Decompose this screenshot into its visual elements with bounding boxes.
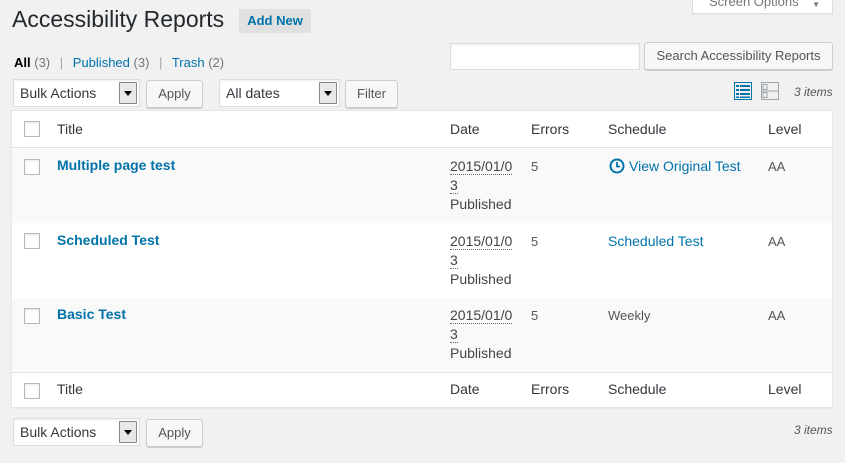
row-date: 2015/01/0 3 Published xyxy=(450,158,513,212)
triangle-down-icon: ▼ xyxy=(812,0,820,9)
column-header-schedule: Schedule xyxy=(608,121,667,137)
row-errors: 5 xyxy=(531,234,539,249)
row-title-link[interactable]: Multiple page test xyxy=(57,157,175,173)
column-header-date[interactable]: Date xyxy=(450,121,480,137)
table-footer-row: Title Date Errors Schedule Level xyxy=(12,372,832,408)
column-footer-title[interactable]: Title xyxy=(57,381,83,397)
column-header-title[interactable]: Title xyxy=(57,121,83,137)
select-all-checkbox[interactable] xyxy=(24,121,40,137)
row-level: AA xyxy=(768,159,786,174)
table-header-row: Title Date Errors Schedule Level xyxy=(12,111,832,148)
bulk-actions-select-bottom[interactable]: Bulk Actions xyxy=(13,418,140,446)
row-title-link[interactable]: Scheduled Test xyxy=(57,232,159,248)
items-count-top: 3 items xyxy=(794,85,833,99)
bulk-actions-select-top[interactable]: Bulk Actions xyxy=(13,79,140,107)
row-status: Published xyxy=(450,345,512,361)
row-title-link[interactable]: Basic Test xyxy=(57,306,126,322)
row-date: 2015/01/0 3 Published xyxy=(450,233,513,287)
column-footer-schedule: Schedule xyxy=(608,381,667,397)
table-row: Basic Test 2015/01/0 3 Published 5 Weekly … xyxy=(12,298,832,372)
list-view-icon[interactable] xyxy=(734,82,752,100)
column-footer-date[interactable]: Date xyxy=(450,381,480,397)
row-status: Published xyxy=(450,271,512,287)
schedule-link[interactable]: Scheduled Test xyxy=(608,233,703,249)
apply-button-bottom[interactable]: Apply xyxy=(146,419,203,447)
filter-all[interactable]: All (3) xyxy=(14,55,50,70)
row-checkbox[interactable] xyxy=(24,233,40,249)
dropdown-arrow-icon xyxy=(319,82,337,104)
page-title: Accessibility Reports xyxy=(12,6,225,32)
row-errors: 5 xyxy=(531,308,539,323)
filter-separator: | xyxy=(59,55,64,70)
search-button[interactable]: Search Accessibility Reports xyxy=(644,42,833,70)
filter-published[interactable]: Published (3) xyxy=(73,55,150,70)
row-level: AA xyxy=(768,308,786,323)
row-level: AA xyxy=(768,234,786,249)
date-filter-select[interactable]: All dates xyxy=(219,79,340,107)
column-footer-level: Level xyxy=(768,381,802,397)
dropdown-arrow-icon xyxy=(119,82,137,104)
row-errors: 5 xyxy=(531,159,539,174)
status-filters: All (3) | Published (3) | Trash (2) xyxy=(14,55,224,70)
row-checkbox[interactable] xyxy=(24,159,40,175)
row-checkbox[interactable] xyxy=(24,308,40,324)
row-date: 2015/01/0 3 Published xyxy=(450,307,513,361)
select-all-checkbox-footer[interactable] xyxy=(24,383,40,399)
items-count-bottom: 3 items xyxy=(794,423,833,437)
search-input[interactable] xyxy=(450,43,640,70)
screen-options-toggle[interactable]: Screen Options ▼ xyxy=(692,0,833,14)
row-schedule: Weekly xyxy=(608,308,651,323)
filter-trash[interactable]: Trash (2) xyxy=(172,55,224,70)
reports-table: Title Date Errors Schedule Level Multipl… xyxy=(11,110,833,408)
add-new-button[interactable]: Add New xyxy=(239,9,311,33)
row-status: Published xyxy=(450,196,512,212)
screen-options-label: Screen Options xyxy=(709,0,799,9)
filter-button[interactable]: Filter xyxy=(345,80,398,108)
filter-separator: | xyxy=(159,55,163,70)
clock-icon xyxy=(609,158,625,174)
table-row: Multiple page test 2015/01/0 3 Published 5… xyxy=(12,149,832,223)
column-footer-errors: Errors xyxy=(531,381,570,397)
apply-button-top[interactable]: Apply xyxy=(146,80,203,108)
excerpt-view-icon[interactable] xyxy=(761,82,779,100)
view-original-test-link[interactable]: View Original Test xyxy=(609,158,741,174)
dropdown-arrow-icon xyxy=(119,421,137,443)
column-header-level: Level xyxy=(768,121,802,137)
column-header-errors: Errors xyxy=(531,121,570,137)
table-row: Scheduled Test 2015/01/0 3 Published 5 Sch… xyxy=(12,223,832,298)
